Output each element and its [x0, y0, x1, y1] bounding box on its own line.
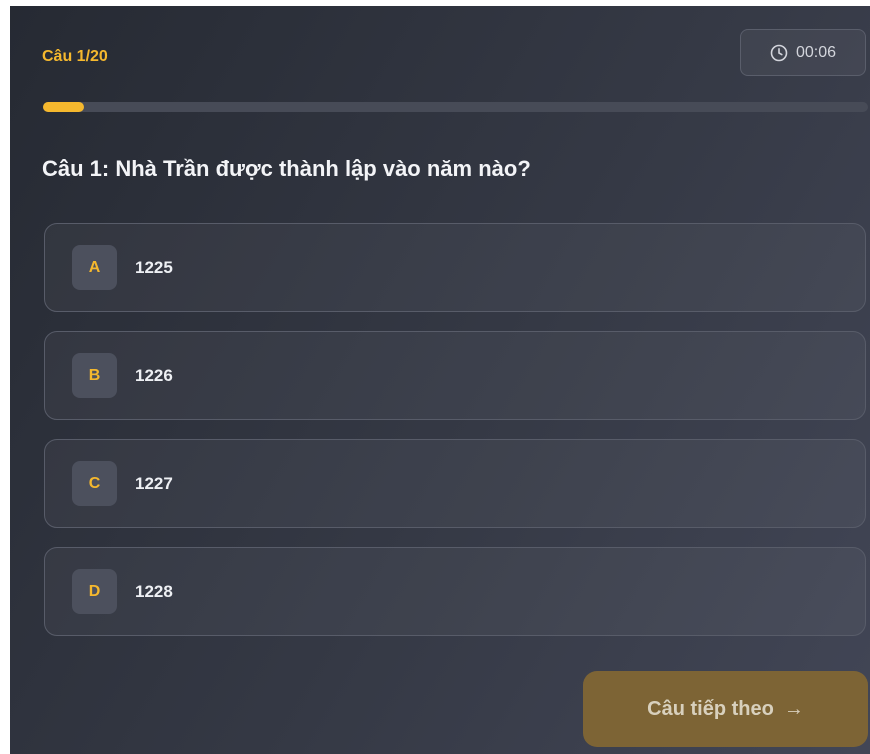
timer-badge: 00:06	[740, 29, 866, 76]
option-text: 1228	[135, 581, 173, 601]
option-letter: B	[72, 353, 117, 398]
next-button-label: Câu tiếp theo	[647, 697, 774, 720]
option-letter: A	[72, 245, 117, 290]
arrow-right-icon: →	[783, 697, 804, 720]
answer-option-d[interactable]: D 1228	[44, 547, 866, 636]
question-text: Câu 1: Nhà Trần được thành lập vào năm n…	[42, 156, 531, 181]
answer-option-a[interactable]: A 1225	[44, 223, 866, 312]
question-counter: Câu 1/20	[42, 48, 108, 65]
progress-bar	[43, 102, 868, 112]
option-text: 1226	[135, 365, 173, 385]
option-text: 1227	[135, 473, 173, 493]
clock-icon	[770, 44, 788, 62]
quiz-card: Câu 1/20 00:06 Câu 1: Nhà Trần được thàn…	[10, 6, 870, 754]
option-letter: D	[72, 569, 117, 614]
option-text: 1225	[135, 257, 173, 277]
progress-fill	[43, 102, 85, 112]
answer-option-c[interactable]: C 1227	[44, 439, 866, 528]
timer-value: 00:06	[795, 43, 837, 61]
answer-option-b[interactable]: B 1226	[44, 331, 866, 420]
option-letter: C	[72, 461, 117, 506]
next-question-button[interactable]: Câu tiếp theo →	[583, 671, 868, 747]
